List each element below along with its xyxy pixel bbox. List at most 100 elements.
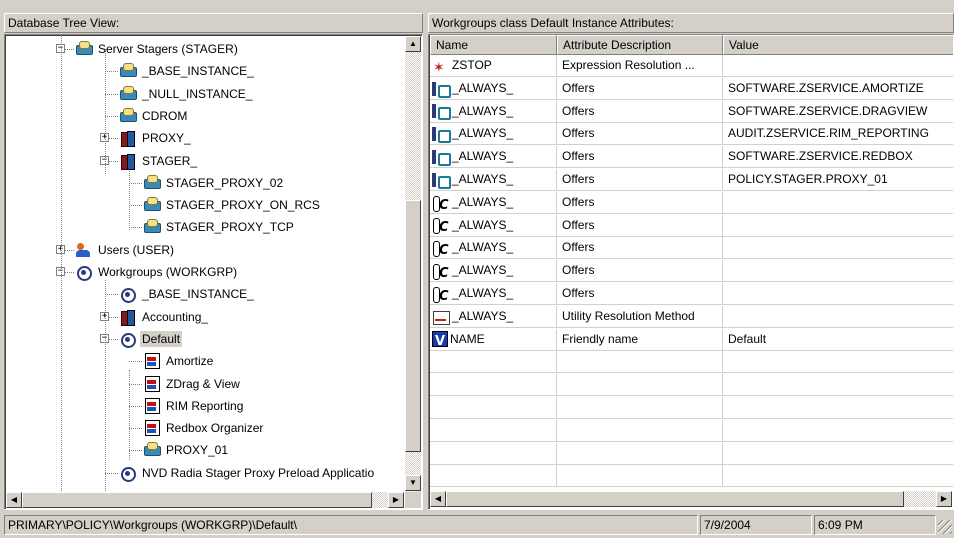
tree-item-stager-proxy-02[interactable]: STAGER_PROXY_02 <box>143 172 285 194</box>
cell-name <box>430 465 557 488</box>
table-row[interactable] <box>429 351 953 374</box>
table-row[interactable]: ZSTOP Expression Resolution ... <box>429 55 953 77</box>
table-row[interactable]: _ALWAYS_ Offers <box>429 237 953 260</box>
list-scroll-right-button[interactable]: ▶ <box>936 491 952 507</box>
always2-icon <box>432 263 450 281</box>
cell-name: _ALWAYS_ <box>430 146 557 169</box>
cell-name <box>430 351 557 374</box>
cell-name <box>430 419 557 442</box>
service-icon <box>143 353 161 370</box>
table-row[interactable] <box>429 465 953 488</box>
cell-name: _ALWAYS_ <box>430 237 557 260</box>
tree-hscroll-thumb[interactable] <box>22 492 372 508</box>
table-row[interactable]: _ALWAYS_ Offers <box>429 260 953 283</box>
table-row[interactable]: _ALWAYS_ Utility Resolution Method <box>429 305 953 328</box>
tree-item-base-instance[interactable]: _BASE_INSTANCE_ <box>119 60 256 82</box>
tree-item-stager-proxy-tcp[interactable]: STAGER_PROXY_TCP <box>143 216 296 238</box>
cell-attribute-description: Expression Resolution ... <box>557 55 723 77</box>
table-row[interactable] <box>429 442 953 465</box>
cell-text: Default <box>728 331 767 346</box>
column-header-value[interactable]: Value <box>723 35 953 55</box>
table-row[interactable]: _ALWAYS_ Offers SOFTWARE.ZSERVICE.AMORTIZE <box>429 77 953 100</box>
tree-item-stager-proxy-on-rcs[interactable]: STAGER_PROXY_ON_RCS <box>143 194 322 216</box>
tree-connector <box>105 115 118 117</box>
table-row[interactable]: _ALWAYS_ Offers <box>429 283 953 305</box>
tree-connector <box>129 370 130 460</box>
tree-scroll-down-button[interactable]: ▼ <box>405 475 421 491</box>
attributes-list-view[interactable]: Name Attribute Description Value ZSTOP Ex… <box>428 34 954 510</box>
cell-text: Offers <box>562 80 595 95</box>
column-header-attribute-description[interactable]: Attribute Description <box>557 35 723 55</box>
tree-item-amortize[interactable]: Amortize <box>143 350 215 372</box>
cell-name: _ALWAYS_ <box>430 191 557 214</box>
table-row[interactable] <box>429 419 953 442</box>
table-row[interactable] <box>429 397 953 419</box>
column-header-name[interactable]: Name <box>430 35 557 55</box>
tree-item-label: _BASE_INSTANCE_ <box>142 64 254 79</box>
tree-item-server-stagers-stager[interactable]: Server Stagers (STAGER) <box>75 38 240 60</box>
tree-item-label: PROXY_01 <box>166 443 229 458</box>
service-icon <box>143 420 161 437</box>
status-resize-grip[interactable] <box>938 520 952 534</box>
tree-scroll-up-button[interactable]: ▲ <box>405 36 421 52</box>
tree-item-stager[interactable]: STAGER_ <box>119 150 199 172</box>
tree-item-label: Amortize <box>166 354 214 369</box>
always2-icon <box>432 217 450 236</box>
tree-item-zdrag-view[interactable]: ZDrag & View <box>143 373 242 395</box>
tree-item-accounting[interactable]: Accounting_ <box>119 306 210 328</box>
cell-attribute-description <box>557 465 723 488</box>
cell-attribute-description: Offers <box>557 283 723 305</box>
cell-value <box>723 306 953 328</box>
table-row[interactable]: _ALWAYS_ Offers AUDIT.ZSERVICE.RIM_REPORTI… <box>429 123 953 146</box>
cell-text: _ALWAYS_ <box>452 263 514 278</box>
database-tree-view[interactable]: − + − + − + − Server Stagers (STAGER) _BASE_INS… <box>4 34 423 510</box>
tree-item-base-instance[interactable]: _BASE_INSTANCE_ <box>119 283 256 305</box>
tree-item-redbox-organizer[interactable]: Redbox Organizer <box>143 417 265 439</box>
tree-item-workgroups-workgrp[interactable]: Workgroups (WORKGRP) <box>75 261 239 283</box>
tree-item-null-instance[interactable]: _NULL_INSTANCE_ <box>119 83 254 105</box>
table-row[interactable]: NAME Friendly name Default <box>429 328 953 351</box>
cell-text: _ALWAYS_ <box>452 149 514 164</box>
always-icon <box>432 149 451 167</box>
tree-item-rim-reporting[interactable]: RIM Reporting <box>143 395 245 417</box>
list-scroll-left-button[interactable]: ◀ <box>430 491 446 507</box>
tree-item-default[interactable]: Default <box>119 328 183 350</box>
utility-icon <box>432 309 450 325</box>
cell-text: Friendly name <box>562 331 639 346</box>
cell-attribute-description: Utility Resolution Method <box>557 305 723 328</box>
tree-scroll-right-button[interactable]: ▶ <box>388 492 404 508</box>
cell-text: Offers <box>562 126 595 141</box>
tree-vscroll-thumb[interactable] <box>405 200 421 452</box>
tree-scroll-left-button[interactable]: ◀ <box>6 492 22 508</box>
tree-connector <box>105 472 118 474</box>
tree-connector <box>105 93 118 95</box>
list-hscroll-thumb[interactable] <box>446 491 904 507</box>
cell-name: _ALWAYS_ <box>430 169 557 191</box>
cell-value <box>723 237 953 260</box>
always-icon <box>432 172 451 189</box>
cell-attribute-description: Offers <box>557 214 723 237</box>
cell-attribute-description: Offers <box>557 146 723 169</box>
stager-icon <box>143 197 161 213</box>
table-row[interactable]: _ALWAYS_ Offers <box>429 214 953 237</box>
table-row[interactable]: _ALWAYS_ Offers POLICY.STAGER.PROXY_01 <box>429 169 953 191</box>
always-icon <box>432 103 451 121</box>
tree-item-label: Workgroups (WORKGRP) <box>98 265 238 279</box>
tree-item-cdrom[interactable]: CDROM <box>119 105 189 127</box>
stager-icon <box>119 85 137 102</box>
table-row[interactable]: _ALWAYS_ Offers SOFTWARE.ZSERVICE.REDBOX <box>429 146 953 169</box>
tree-item-proxy[interactable]: PROXY_ <box>119 127 193 149</box>
tree-connector <box>129 361 142 363</box>
table-row[interactable]: _ALWAYS_ Offers SOFTWARE.ZSERVICE.DRAGVIEW <box>429 100 953 123</box>
cell-name: NAME <box>430 328 557 351</box>
table-row[interactable] <box>429 374 953 397</box>
tree-item-label: Server Stagers (STAGER) <box>98 42 238 56</box>
table-row[interactable]: _ALWAYS_ Offers <box>429 191 953 214</box>
cell-name: _ALWAYS_ <box>430 100 557 123</box>
tree-item-nvd-radia-stager-proxy-preload-applicatio[interactable]: NVD Radia Stager Proxy Preload Applicati… <box>119 462 376 484</box>
tree-item-users-user[interactable]: Users (USER) <box>75 239 176 261</box>
cell-value: POLICY.STAGER.PROXY_01 <box>723 169 953 191</box>
tree-item-proxy-01[interactable]: PROXY_01 <box>143 439 230 461</box>
stager-icon <box>143 219 161 235</box>
tree-item-label: STAGER_PROXY_02 <box>166 175 284 190</box>
